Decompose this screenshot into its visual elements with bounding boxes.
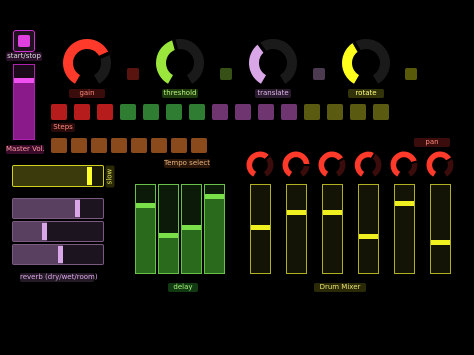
delay-slider[interactable] — [204, 184, 225, 274]
slow-fill — [13, 166, 93, 186]
mixer-channel-handle[interactable] — [323, 209, 342, 215]
mixer-channel-handle[interactable] — [431, 239, 450, 245]
delay-fill — [205, 193, 224, 273]
reverb-handle[interactable] — [57, 246, 63, 263]
tempo-pad[interactable] — [151, 138, 167, 153]
reverb-slider[interactable] — [12, 221, 104, 242]
master-volume-slider[interactable] — [13, 64, 35, 140]
step-pad[interactable] — [120, 104, 136, 120]
master-volume-fill — [14, 78, 34, 139]
slow-handle[interactable] — [87, 167, 93, 185]
step-pad[interactable] — [350, 104, 366, 120]
reverb-fill — [13, 199, 80, 218]
step-pad[interactable] — [235, 104, 251, 120]
step-pad[interactable] — [327, 104, 343, 120]
step-pad[interactable] — [304, 104, 320, 120]
start-stop-label: start/stop — [6, 52, 42, 61]
delay-fill — [136, 202, 155, 273]
tempo-pad[interactable] — [111, 138, 127, 153]
step-pad[interactable] — [258, 104, 274, 120]
pan-knob[interactable] — [354, 151, 382, 179]
step-pad[interactable] — [281, 104, 297, 120]
pan-knob[interactable] — [318, 151, 346, 179]
slow-label-text: slow — [105, 168, 114, 185]
step-pad[interactable] — [143, 104, 159, 120]
tempo-select-label: Tempo select — [164, 159, 210, 168]
mixer-channel-slider[interactable] — [322, 184, 343, 274]
step-pad[interactable] — [97, 104, 113, 120]
delay-handle[interactable] — [205, 193, 224, 199]
step-pad[interactable] — [74, 104, 90, 120]
mixer-channel-slider[interactable] — [430, 184, 451, 274]
delay-slider[interactable] — [135, 184, 156, 274]
drum-mixer-label: Drum Mixer — [314, 283, 366, 292]
slow-slider[interactable] — [12, 165, 104, 187]
delay-fill — [182, 224, 201, 273]
translate-knob[interactable] — [248, 38, 298, 88]
delay-handle[interactable] — [136, 202, 155, 208]
gain-label: gain — [69, 89, 105, 98]
step-pad[interactable] — [51, 104, 67, 120]
step-pad[interactable] — [189, 104, 205, 120]
step-pad[interactable] — [212, 104, 228, 120]
start-stop-indicator — [18, 35, 30, 47]
reverb-handle[interactable] — [42, 223, 48, 240]
slow-label: slow — [105, 165, 115, 188]
rotate-toggle[interactable] — [405, 68, 417, 80]
tempo-pad[interactable] — [91, 138, 107, 153]
delay-slider[interactable] — [158, 184, 179, 274]
translate-toggle[interactable] — [313, 68, 325, 80]
threshold-knob[interactable] — [155, 38, 205, 88]
translate-label: translate — [255, 89, 291, 98]
threshold-label: threshold — [162, 89, 198, 98]
gain-toggle[interactable] — [127, 68, 139, 80]
steps-label: Steps — [51, 123, 75, 132]
reverb-slider[interactable] — [12, 198, 104, 219]
step-pad[interactable] — [166, 104, 182, 120]
mixer-channel-slider[interactable] — [394, 184, 415, 274]
tempo-pad[interactable] — [51, 138, 67, 153]
mixer-channel-slider[interactable] — [286, 184, 307, 274]
delay-handle[interactable] — [159, 233, 178, 239]
gain-knob[interactable] — [62, 38, 112, 88]
rotate-label: rotate — [348, 89, 384, 98]
mixer-channel-slider[interactable] — [358, 184, 379, 274]
mixer-channel-handle[interactable] — [251, 224, 270, 230]
tempo-pad[interactable] — [131, 138, 147, 153]
mixer-channel-handle[interactable] — [287, 209, 306, 215]
mixer-channel-slider[interactable] — [250, 184, 271, 274]
mixer-channel-handle[interactable] — [359, 234, 378, 240]
tempo-pad[interactable] — [171, 138, 187, 153]
delay-slider[interactable] — [181, 184, 202, 274]
pan-knob[interactable] — [426, 151, 454, 179]
reverb-label: reverb (dry/wet/room) — [20, 273, 98, 282]
delay-fill — [159, 233, 178, 273]
master-volume-handle[interactable] — [14, 78, 34, 84]
reverb-handle[interactable] — [74, 200, 80, 217]
rotate-knob[interactable] — [341, 38, 391, 88]
start-stop-button[interactable] — [13, 30, 35, 52]
tempo-pad[interactable] — [191, 138, 207, 153]
reverb-fill — [13, 245, 63, 264]
pan-label: pan — [414, 138, 450, 147]
mixer-channel-handle[interactable] — [395, 200, 414, 206]
pan-knob[interactable] — [246, 151, 274, 179]
delay-label: delay — [168, 283, 198, 292]
master-volume-label: Master Vol. — [6, 145, 45, 154]
reverb-slider[interactable] — [12, 244, 104, 265]
pan-knob[interactable] — [390, 151, 418, 179]
threshold-toggle[interactable] — [220, 68, 232, 80]
pan-knob[interactable] — [282, 151, 310, 179]
tempo-pad[interactable] — [71, 138, 87, 153]
delay-handle[interactable] — [182, 224, 201, 230]
step-pad[interactable] — [373, 104, 389, 120]
